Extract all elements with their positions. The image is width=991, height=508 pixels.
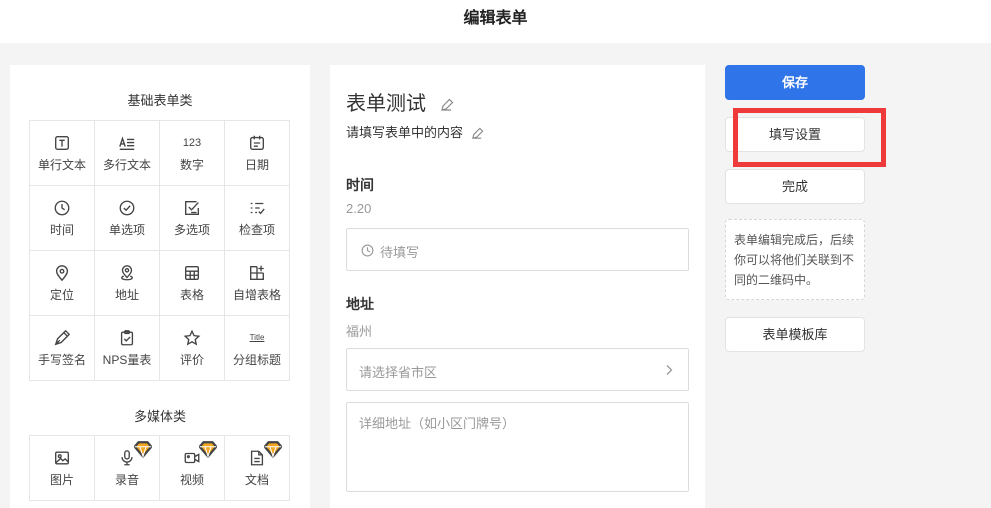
single-line-text-icon: [55, 135, 69, 150]
media-components-grid: 图片 录音 视频 文档: [29, 435, 290, 501]
clock-icon: [54, 200, 70, 215]
time-input-placeholder: 待填写: [380, 245, 420, 260]
checklist-icon: [250, 202, 265, 214]
component-label: 定位: [49, 287, 74, 302]
component-label: 图片: [49, 472, 74, 487]
form-subtitle[interactable]: 请填写表单中的内容: [346, 122, 484, 141]
form-subtitle-text: 请填写表单中的内容: [346, 125, 464, 140]
component-label: 手写签名: [37, 352, 86, 367]
done-button[interactable]: 完成: [725, 169, 865, 204]
template-library-button[interactable]: 表单模板库: [725, 317, 865, 352]
form-title[interactable]: 表单测试: [346, 87, 454, 116]
detail-address-textarea[interactable]: 详细地址（如小区门牌号）: [346, 402, 689, 492]
component-label: 数字: [179, 157, 204, 172]
component-label: 多行文本: [102, 157, 151, 172]
component-label: 文档: [244, 472, 269, 487]
location-pin-icon: [55, 264, 69, 281]
clipboard-icon: [120, 329, 134, 345]
component-clock[interactable]: 时间: [30, 186, 95, 251]
address-field-value: 福州: [346, 324, 373, 339]
component-pen[interactable]: 手写签名: [30, 316, 95, 381]
basic-components-grid: 单行文本 多行文本 123 数字 日期时间 单选项 多选项 检查项定位 地址 表格 自增表格手写签名…: [29, 120, 290, 381]
table-icon: [185, 265, 199, 280]
component-label: NPS量表: [102, 352, 152, 367]
component-document[interactable]: 文档: [225, 436, 290, 501]
component-label: 时间: [49, 222, 74, 237]
component-label: 单选项: [108, 222, 145, 237]
component-video[interactable]: 视频: [160, 436, 225, 501]
component-checklist[interactable]: 检查项: [225, 186, 290, 251]
page-title: 编辑表单: [463, 10, 528, 27]
address-pin-icon: [121, 264, 133, 280]
component-label: 评价: [179, 352, 204, 367]
component-table-add[interactable]: 自增表格: [225, 251, 290, 316]
calendar-icon: [250, 135, 264, 150]
premium-diamond-icon: [199, 441, 217, 458]
component-label: 检查项: [238, 222, 275, 237]
component-palette: 基础表单类 单行文本 多行文本 123 数字 日期时间 单选项 多选项 检查项定位 地址 表格 自增…: [10, 65, 310, 508]
save-button[interactable]: 保存: [725, 65, 865, 100]
component-clipboard[interactable]: NPS量表: [95, 316, 160, 381]
checkbox-icon: [185, 200, 199, 215]
component-microphone[interactable]: 录音: [95, 436, 160, 501]
form-title-text: 表单测试: [346, 93, 426, 115]
clock-icon: [361, 244, 374, 257]
image-icon: [55, 450, 69, 465]
component-label: 日期: [244, 157, 269, 172]
table-add-icon: [250, 265, 264, 280]
region-select[interactable]: 请选择省市区: [346, 348, 689, 391]
fill-settings-button[interactable]: 填写设置: [725, 117, 865, 152]
time-input[interactable]: 待填写: [346, 228, 689, 271]
region-select-placeholder: 请选择省市区: [359, 365, 438, 380]
component-label: 录音: [114, 472, 139, 487]
media-section-title: 多媒体类: [133, 409, 186, 424]
form-canvas: 表单测试 请填写表单中的内容 时间 2.20 待填写 地址 福州 请选择省市区 …: [330, 65, 705, 508]
component-calendar[interactable]: 日期: [225, 121, 290, 186]
multi-line-text-icon: [119, 135, 135, 150]
basic-section-title: 基础表单类: [127, 93, 193, 108]
component-table[interactable]: 表格: [160, 251, 225, 316]
component-address-pin[interactable]: 地址: [95, 251, 160, 316]
radio-check-icon: [119, 200, 135, 215]
component-label: 自增表格: [232, 287, 281, 302]
hint-box: 表单编辑完成后，后续你可以将他们关联到不同的二维码中。: [725, 219, 865, 300]
component-multi-line-text[interactable]: 多行文本: [95, 121, 160, 186]
component-label: 分组标题: [232, 352, 281, 367]
component-radio-check[interactable]: 单选项: [95, 186, 160, 251]
premium-diamond-icon: [264, 441, 282, 458]
component-single-line-text[interactable]: 单行文本: [30, 121, 95, 186]
star-icon: [183, 329, 201, 346]
component-number[interactable]: 123 数字: [160, 121, 225, 186]
component-title[interactable]: Title 分组标题: [225, 316, 290, 381]
premium-diamond-icon: [134, 441, 152, 458]
detail-address-placeholder: 详细地址（如小区门牌号）: [359, 416, 516, 431]
component-label: 单行文本: [37, 157, 86, 172]
component-location-pin[interactable]: 定位: [30, 251, 95, 316]
component-label: 表格: [179, 287, 204, 302]
pen-icon: [54, 329, 71, 345]
component-star[interactable]: 评价: [160, 316, 225, 381]
page-header: 编辑表单: [0, 0, 991, 43]
component-label: 视频: [179, 472, 204, 487]
edit-pencil-icon[interactable]: [440, 98, 454, 112]
edit-pencil-icon[interactable]: [471, 127, 484, 140]
component-image[interactable]: 图片: [30, 436, 95, 501]
chevron-right-icon: [666, 365, 673, 375]
address-field-label: 地址: [346, 296, 374, 312]
number-icon: 123: [182, 136, 202, 149]
title-icon: Title: [249, 332, 265, 342]
component-label: 多选项: [173, 222, 210, 237]
time-field-value: 2.20: [346, 201, 372, 216]
component-label: 地址: [114, 287, 139, 302]
time-field-label: 时间: [346, 177, 374, 193]
component-checkbox[interactable]: 多选项: [160, 186, 225, 251]
